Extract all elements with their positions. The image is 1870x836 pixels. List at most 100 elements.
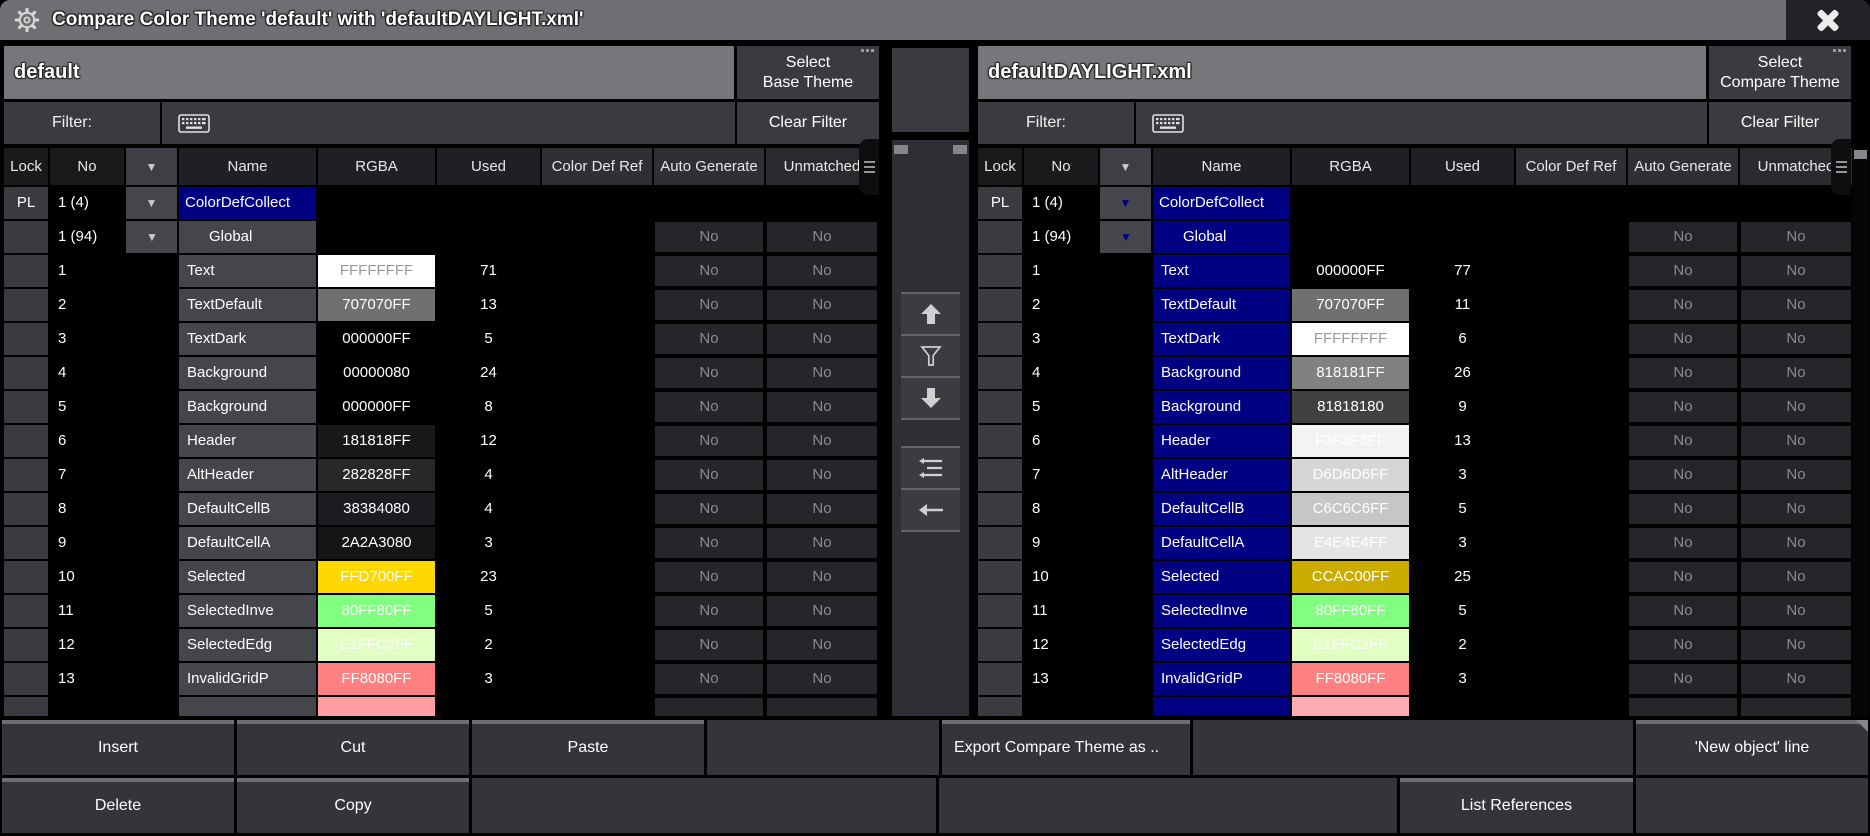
- name-cell[interactable]: SelectedEdg: [179, 629, 316, 661]
- no-badge[interactable]: No: [1741, 494, 1851, 524]
- no-badge[interactable]: No: [1629, 222, 1737, 252]
- insert-button[interactable]: Insert: [2, 720, 234, 775]
- rgba-cell[interactable]: FF8080FF: [318, 663, 435, 695]
- lock-cell[interactable]: [4, 255, 48, 287]
- used-cell[interactable]: 11: [1411, 289, 1514, 321]
- auto-generate-cell[interactable]: No: [1628, 527, 1738, 559]
- no-badge[interactable]: No: [767, 596, 877, 626]
- paste-button[interactable]: Paste: [472, 720, 704, 775]
- delete-button[interactable]: Delete: [2, 778, 234, 833]
- lock-cell[interactable]: [4, 391, 48, 423]
- unmatched-cell[interactable]: No: [766, 323, 878, 355]
- unmatched-cell[interactable]: No: [1740, 459, 1852, 491]
- auto-generate-cell[interactable]: No: [654, 663, 764, 695]
- collapse-arrow-cell[interactable]: [1100, 459, 1151, 491]
- unmatched-cell[interactable]: No: [766, 629, 878, 661]
- rgba-cell[interactable]: 181818FF: [318, 425, 435, 457]
- color-def-ref-cell[interactable]: [1516, 697, 1626, 716]
- collapse-arrow-cell[interactable]: [126, 629, 177, 661]
- used-cell[interactable]: 25: [1411, 561, 1514, 593]
- collapse-arrow-cell[interactable]: [1100, 391, 1151, 423]
- no-badge[interactable]: [655, 698, 763, 716]
- auto-generate-cell[interactable]: No: [1628, 595, 1738, 627]
- lock-cell[interactable]: [4, 221, 48, 253]
- used-cell[interactable]: [1411, 697, 1514, 716]
- unmatched-cell[interactable]: No: [766, 289, 878, 321]
- unmatched-cell[interactable]: No: [1740, 289, 1852, 321]
- no-badge[interactable]: No: [1629, 460, 1737, 490]
- color-def-ref-cell[interactable]: [542, 391, 652, 423]
- used-cell[interactable]: 5: [437, 323, 540, 355]
- auto-generate-cell[interactable]: No: [1628, 391, 1738, 423]
- used-cell[interactable]: 71: [437, 255, 540, 287]
- color-def-ref-cell[interactable]: [542, 187, 652, 219]
- auto-generate-cell[interactable]: No: [654, 629, 764, 661]
- no-badge[interactable]: No: [767, 664, 877, 694]
- rgba-cell[interactable]: F3F3F3FF: [1292, 425, 1409, 457]
- no-cell[interactable]: 5: [50, 391, 124, 423]
- color-def-ref-cell[interactable]: [1516, 221, 1626, 253]
- collapse-arrow-cell[interactable]: [126, 697, 177, 716]
- color-def-ref-cell[interactable]: [1516, 187, 1626, 219]
- color-def-ref-cell[interactable]: [542, 595, 652, 627]
- color-def-ref-cell[interactable]: [542, 221, 652, 253]
- column-header-no[interactable]: No: [1024, 148, 1098, 185]
- rgba-cell[interactable]: [1292, 221, 1409, 253]
- color-def-ref-cell[interactable]: [1516, 255, 1626, 287]
- move-up-button[interactable]: [901, 292, 960, 334]
- column-header-no[interactable]: No: [50, 148, 124, 185]
- no-cell[interactable]: 4: [1024, 357, 1098, 389]
- column-header-name[interactable]: Name: [179, 148, 316, 185]
- used-cell[interactable]: 12: [437, 425, 540, 457]
- auto-generate-cell[interactable]: No: [1628, 255, 1738, 287]
- auto-generate-cell[interactable]: No: [654, 527, 764, 559]
- auto-generate-cell[interactable]: No: [654, 561, 764, 593]
- no-cell[interactable]: 8: [50, 493, 124, 525]
- used-cell[interactable]: 4: [437, 459, 540, 491]
- rgba-cell[interactable]: 000000FF: [318, 391, 435, 423]
- collapse-arrow-cell[interactable]: ▼: [126, 187, 177, 219]
- copy-to-left-button[interactable]: [901, 488, 960, 532]
- name-cell[interactable]: Global: [1153, 221, 1290, 253]
- keyboard-icon[interactable]: [1136, 102, 1226, 144]
- lock-cell[interactable]: [4, 561, 48, 593]
- name-cell[interactable]: Selected: [179, 561, 316, 593]
- collapse-arrow-cell[interactable]: [126, 391, 177, 423]
- unmatched-cell[interactable]: No: [1740, 255, 1852, 287]
- color-def-ref-cell[interactable]: [1516, 425, 1626, 457]
- name-cell[interactable]: DefaultCellA: [179, 527, 316, 559]
- auto-generate-cell[interactable]: No: [1628, 493, 1738, 525]
- collapse-arrow-cell[interactable]: [126, 561, 177, 593]
- no-badge[interactable]: No: [1741, 596, 1851, 626]
- no-cell[interactable]: 12: [1024, 629, 1098, 661]
- no-badge[interactable]: No: [1741, 426, 1851, 456]
- rgba-cell[interactable]: 818181FF: [1292, 357, 1409, 389]
- clear-filter-button[interactable]: Clear Filter: [1707, 102, 1851, 144]
- select-base-theme-button[interactable]: Select Base Theme: [737, 46, 879, 99]
- unmatched-cell[interactable]: No: [766, 527, 878, 559]
- no-badge[interactable]: No: [655, 596, 763, 626]
- auto-generate-cell[interactable]: No: [1628, 289, 1738, 321]
- compare-theme-name[interactable]: defaultDAYLIGHT.xml: [978, 46, 1706, 99]
- rgba-cell[interactable]: [1292, 187, 1409, 219]
- no-cell[interactable]: 2: [1024, 289, 1098, 321]
- collapse-arrow-cell[interactable]: [126, 663, 177, 695]
- no-cell[interactable]: 1: [1024, 255, 1098, 287]
- unmatched-cell[interactable]: No: [1740, 629, 1852, 661]
- used-cell[interactable]: 3: [437, 527, 540, 559]
- auto-generate-cell[interactable]: [1628, 187, 1738, 219]
- no-cell[interactable]: 6: [1024, 425, 1098, 457]
- unmatched-cell[interactable]: No: [766, 595, 878, 627]
- collapse-arrow-cell[interactable]: [1100, 357, 1151, 389]
- filter-input[interactable]: [252, 102, 735, 144]
- unmatched-cell[interactable]: No: [766, 391, 878, 423]
- scroll-thumb[interactable]: [953, 145, 967, 154]
- name-cell[interactable]: Text: [179, 255, 316, 287]
- rgba-cell[interactable]: 707070FF: [1292, 289, 1409, 321]
- lock-cell[interactable]: PL: [978, 187, 1022, 219]
- lock-cell[interactable]: [978, 561, 1022, 593]
- no-cell[interactable]: [50, 697, 124, 716]
- no-cell[interactable]: 12: [50, 629, 124, 661]
- collapse-arrow-cell[interactable]: [1100, 323, 1151, 355]
- name-cell[interactable]: TextDefault: [1153, 289, 1290, 321]
